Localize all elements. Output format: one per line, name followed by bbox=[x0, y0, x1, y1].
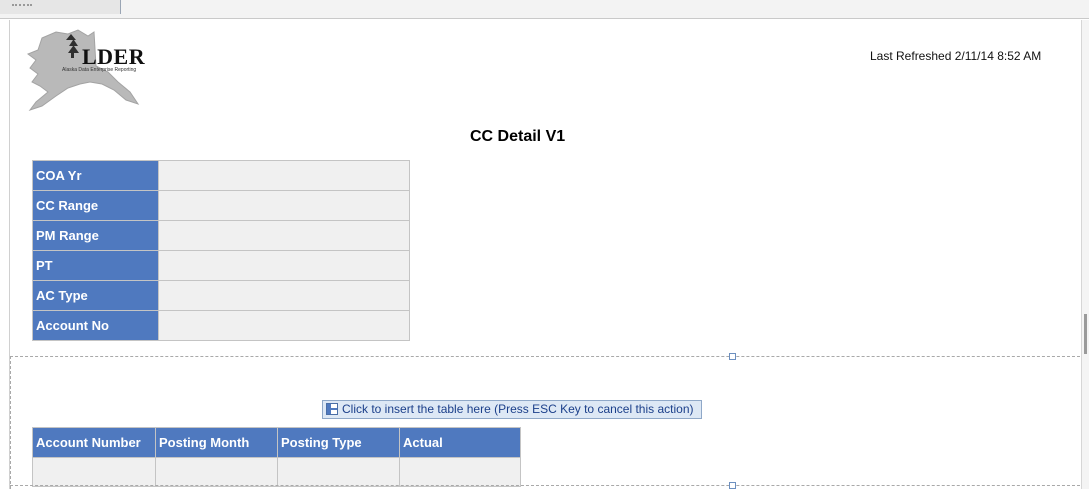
prompt-row: PM Range bbox=[32, 220, 410, 251]
table-cell[interactable] bbox=[277, 457, 400, 487]
report-title: CC Detail V1 bbox=[470, 128, 566, 145]
prompt-value[interactable] bbox=[158, 310, 410, 341]
table-cell[interactable] bbox=[32, 457, 156, 487]
column-header[interactable]: Actual bbox=[399, 427, 521, 458]
table-icon bbox=[326, 403, 338, 415]
section-resize-handle[interactable] bbox=[729, 353, 736, 360]
prompt-row: PT bbox=[32, 250, 410, 281]
section-left-boundary bbox=[10, 356, 11, 489]
table-cell[interactable] bbox=[155, 457, 278, 487]
table-cell[interactable] bbox=[399, 457, 521, 487]
section-boundary bbox=[10, 485, 1080, 486]
column-header[interactable]: Posting Type bbox=[277, 427, 400, 458]
report-data-table: Account Number Posting Month Posting Typ… bbox=[32, 427, 521, 487]
prompt-value[interactable] bbox=[158, 220, 410, 251]
prompt-label: CC Range bbox=[32, 190, 159, 221]
last-refreshed-label: Last Refreshed 2/11/14 8:52 AM bbox=[870, 49, 1042, 63]
column-header[interactable]: Posting Month bbox=[155, 427, 278, 458]
section-resize-handle[interactable] bbox=[729, 482, 736, 489]
prompt-row: CC Range bbox=[32, 190, 410, 221]
table-header-row: Account Number Posting Month Posting Typ… bbox=[32, 427, 521, 458]
prompt-summary-table: COA Yr CC Range PM Range PT AC Type Acco… bbox=[32, 160, 410, 341]
column-header[interactable]: Account Number bbox=[32, 427, 156, 458]
prompt-label: AC Type bbox=[32, 280, 159, 311]
table-row bbox=[32, 457, 521, 487]
logo-subtitle: Alaska Data Enterprise Reporting bbox=[62, 67, 137, 73]
insert-table-prompt[interactable]: Click to insert the table here (Press ES… bbox=[322, 400, 702, 419]
prompt-row: Account No bbox=[32, 310, 410, 341]
prompt-value[interactable] bbox=[158, 250, 410, 281]
prompt-label: PT bbox=[32, 250, 159, 281]
top-toolbar-strip bbox=[0, 0, 1089, 19]
prompt-label: Account No bbox=[32, 310, 159, 341]
prompt-value[interactable] bbox=[158, 190, 410, 221]
prompt-label: PM Range bbox=[32, 220, 159, 251]
tab-grip-icon bbox=[12, 4, 32, 9]
prompt-label: COA Yr bbox=[32, 160, 159, 191]
insert-table-text: Click to insert the table here (Press ES… bbox=[342, 402, 694, 416]
prompt-value[interactable] bbox=[158, 280, 410, 311]
section-boundary bbox=[10, 356, 1080, 357]
prompt-row: AC Type bbox=[32, 280, 410, 311]
prompt-row: COA Yr bbox=[32, 160, 410, 191]
scrollbar-thumb[interactable] bbox=[1084, 314, 1087, 354]
prompt-value[interactable] bbox=[158, 160, 410, 191]
document-tab[interactable] bbox=[0, 0, 121, 14]
vertical-scrollbar[interactable] bbox=[1081, 20, 1089, 489]
